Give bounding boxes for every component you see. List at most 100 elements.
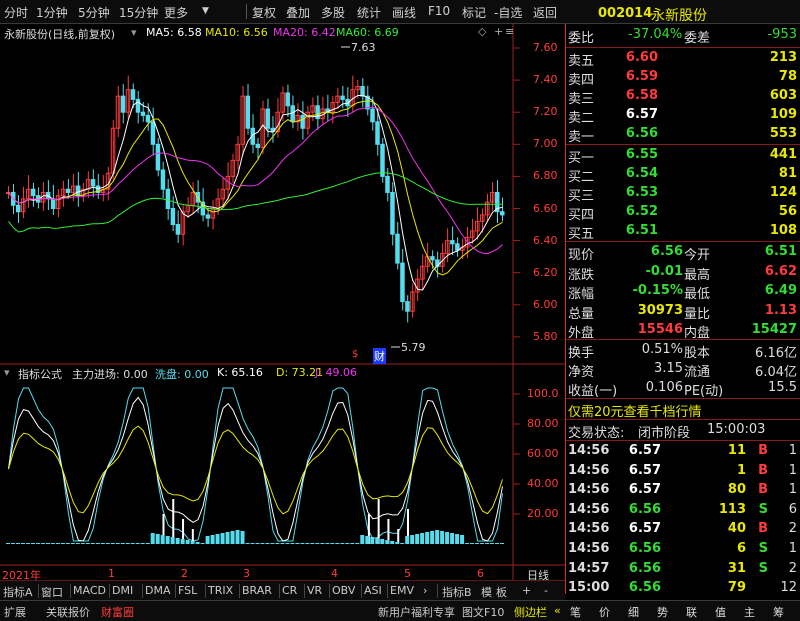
zoom-in-button[interactable]: + [522,584,531,597]
tab-emv[interactable]: EMV [390,584,414,597]
xipan-bar [175,538,180,544]
candle-body [150,121,156,145]
finance-marker[interactable]: 财 [373,348,386,364]
xipan-bar [10,543,15,544]
xipan-bar [240,531,245,544]
period-tab-15min[interactable]: 15分钟 [119,4,158,21]
template-button-1[interactable]: 模 [481,584,492,600]
xipan-bar [150,533,155,544]
stat-value: 15546 [637,322,683,337]
month-label-1: 1 [108,567,115,580]
tab-asi[interactable]: ASI [364,584,382,597]
xipan-bar [145,543,150,544]
xipan-bar [405,536,410,544]
tab-window[interactable]: 窗口 [41,584,63,600]
zoom-out-button[interactable]: - [544,584,548,597]
side-panel-button[interactable]: 值 [715,604,726,620]
side-panel-button[interactable]: 势 [657,604,668,620]
draw-line-button[interactable]: 画线 [392,4,416,21]
candle-body [400,262,405,303]
tab-divider [38,584,39,598]
candle-body [285,92,290,107]
xipan-bar [180,539,185,544]
chart-panel: 永新股份(日线,前复权) ▾ MA5: 6.58 MA10: 6.56 MA20… [0,24,565,594]
month-label-2: 2 [181,567,188,580]
candle-body [245,95,251,129]
overlay-button[interactable]: 叠加 [286,4,310,21]
xipan-bar [375,538,380,544]
side-panel-button[interactable]: 筹 [773,604,784,620]
stat-label: 涨幅 [568,287,595,302]
tab-indicator-b[interactable]: 指标B [442,584,472,600]
tab-vr[interactable]: VR [307,584,322,597]
sidebar-toggle-button[interactable]: 侧边栏 [514,604,547,620]
kdj-line [8,425,503,515]
tab-trix[interactable]: TRIX [208,584,233,597]
side-panel-button[interactable]: 主 [744,604,755,620]
more-dropdown-icon[interactable]: ▼ [202,6,209,16]
chevron-down-icon[interactable]: ▾ [4,366,10,379]
tab-brar[interactable]: BRAR [242,584,272,597]
fundamental-value: 3.15 [654,361,683,376]
tab-obv[interactable]: OBV [332,584,355,597]
bid-volume: 81 [778,166,797,181]
chevron-down-icon[interactable]: ▾ [131,26,137,39]
wealth-circle-button[interactable]: 财富圈 [101,604,134,620]
bid-row: 买三 6.53 124 [566,184,800,204]
template-button-2[interactable]: 板 [496,584,507,600]
bid-price: 6.53 [625,185,658,200]
ask-volume: 109 [769,107,797,122]
side-panel-button[interactable]: 联 [686,604,697,620]
back-button[interactable]: 返回 [533,4,557,21]
statistics-button[interactable]: 统计 [357,4,381,21]
tabs-scroll-right-icon[interactable]: › [423,584,427,597]
tick-price: 6.56 [628,580,661,596]
fuquan-button[interactable]: 复权 [252,4,276,21]
tab-indicator-a[interactable]: 指标A [3,584,33,600]
tab-macd[interactable]: MACD [73,584,106,597]
xipan-bar [220,533,225,544]
period-tab-fenshi[interactable]: 分时 [4,4,28,21]
indicator-lines [8,387,503,542]
diamond-icon[interactable]: ◇ [478,25,486,38]
xipan-bar [235,530,240,544]
promo-row[interactable]: 仅需20元查看千档行情 [566,400,800,420]
toolbar-divider [246,4,247,19]
f10-graphic-button[interactable]: 图文F10 [462,604,504,620]
tab-fsl[interactable]: FSL [178,584,197,597]
menu-icon[interactable]: ≡ [505,25,514,38]
tab-divider [142,584,143,598]
mark-button[interactable]: 标记 [462,4,486,21]
xipan-bar [115,543,120,544]
promo-link[interactable]: 仅需20元查看千档行情 [568,401,702,420]
period-tab-5min[interactable]: 5分钟 [78,4,110,21]
period-tab-more[interactable]: 更多 [164,4,188,21]
tab-dma[interactable]: DMA [145,584,171,597]
tab-cr[interactable]: CR [282,584,297,597]
watchlist-button[interactable]: -自选 [494,4,522,21]
price-tick-label: 6.80 [533,169,558,183]
tick-row: 15:00 6.56 79 12 [566,579,800,598]
candlestick-series [6,75,505,323]
indicator-formula-label[interactable]: 指标公式 [18,366,62,382]
f10-button[interactable]: F10 [428,4,450,18]
side-panel-button[interactable]: 价 [599,604,610,620]
new-user-welfare-link[interactable]: 新用户福利专享 [378,604,455,620]
side-panel-button[interactable]: 笔 [570,604,581,620]
period-tab-1min[interactable]: 1分钟 [36,4,68,21]
stat-label: 今开 [684,248,711,263]
tab-dmi[interactable]: DMI [112,584,133,597]
high-price-mark: 7.63 [351,41,376,54]
candle-body [380,143,385,177]
xipan-bar [330,543,335,544]
xipan-bar [310,543,315,544]
multi-stock-button[interactable]: 多股 [321,4,345,21]
kline-chart-svg[interactable] [0,24,565,580]
side-panel-button[interactable]: 细 [628,604,639,620]
price-tick-label: 6.40 [533,233,558,247]
plus-icon[interactable]: + [494,25,503,38]
expand-button[interactable]: 扩展 [4,604,26,620]
related-quotes-button[interactable]: 关联报价 [46,604,90,620]
dividend-marker[interactable]: $ [352,349,358,360]
double-chevron-left-icon[interactable]: « [554,604,561,617]
